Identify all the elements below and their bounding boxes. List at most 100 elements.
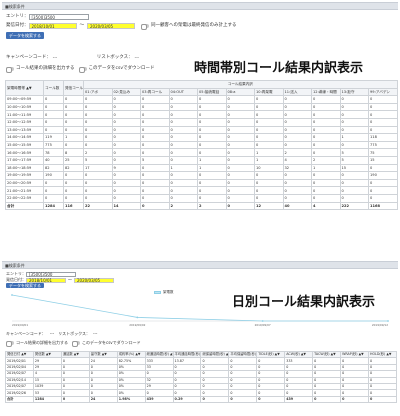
table-cell: 0: [254, 125, 284, 135]
table-cell: 0: [140, 201, 170, 211]
entry-select-2[interactable]: [3500]3500: [26, 271, 76, 277]
table-row: 11:00〜11:59 0 0 0 0 0 0 0 0 0 0 0 0 0: [5, 110, 398, 119]
table-cell: 0: [140, 95, 170, 104]
row-label: 21:00〜21:59: [5, 186, 44, 195]
table-cell: 0: [225, 117, 255, 127]
detail-output-toggle[interactable]: [6, 67, 14, 73]
col-time-header[interactable]: 架電時間帯 ▲▼: [5, 79, 44, 97]
table-cell: 0: [254, 171, 284, 180]
row-label: 10:00〜10:59: [5, 102, 44, 112]
table-cell: 0: [197, 125, 227, 135]
table-cell: 0: [339, 125, 369, 135]
table-cell: 0: [168, 193, 198, 203]
search-button-row-2: データを検索する: [6, 283, 44, 288]
table-cell: 0: [168, 95, 198, 104]
detail-output-toggle-2[interactable]: [6, 341, 14, 347]
table-cell: 2: [311, 155, 341, 165]
data-point[interactable]: [136, 316, 139, 319]
table-cell: 32: [282, 163, 312, 173]
table-cell: 0: [225, 125, 255, 135]
list-select-2[interactable]: ---: [93, 331, 97, 337]
table-cell: 0: [140, 193, 170, 203]
data-point[interactable]: [387, 320, 389, 322]
table-cell: 0: [368, 110, 398, 119]
csv-download-toggle-2[interactable]: [72, 341, 80, 347]
result-col-header[interactable]: 99:アバデン: [368, 87, 398, 97]
row-label: 22:00〜22:59: [5, 193, 44, 203]
table-cell: 0: [83, 125, 113, 135]
table-cell: 0: [339, 110, 369, 119]
table-cell: 0: [339, 140, 369, 150]
table-cell: 0: [368, 117, 398, 127]
table-cell: 0: [168, 102, 198, 112]
table-cell: 0: [83, 193, 113, 203]
csv-download-toggle[interactable]: [78, 67, 87, 73]
last-call-only-label: 同一顧客への架電は最終発信のみ計上する: [151, 23, 237, 28]
table-cell: 0: [282, 110, 312, 119]
result-col-header[interactable]: 13:拒守: [339, 87, 369, 97]
table-cell: 0: [168, 155, 198, 165]
table-row: 21:00〜21:59 0 0 0 0 0 0 0 0 0 0 0 0 0: [5, 186, 398, 195]
result-col-header[interactable]: 03:再コール: [140, 87, 170, 97]
date-to-input[interactable]: 2020/03/05: [87, 23, 135, 29]
table-cell: 1: [197, 163, 227, 173]
table-row: 16:00〜16:59 78 8 2 0 0 0 0 0 1 2 0 5 75: [5, 148, 398, 157]
table-cell: 75: [368, 148, 398, 157]
list-select[interactable]: ---: [132, 55, 173, 61]
date-to-input-2[interactable]: 2020/03/05: [74, 277, 114, 283]
daily-col-header[interactable]: 総通話時間(秒) ▲▼: [144, 350, 174, 359]
result-col-header[interactable]: 10:再架電: [254, 87, 284, 97]
table-cell: 0: [339, 102, 369, 112]
result-col-header[interactable]: 12:導線・時間: [311, 87, 341, 97]
col-count-header[interactable]: コール数: [43, 79, 64, 97]
table-cell: 0: [225, 102, 255, 112]
table-cell: 0: [111, 193, 141, 203]
table-cell: 0: [197, 102, 227, 112]
table-cell: 0: [83, 110, 113, 119]
col-nocall-header[interactable]: 発信コール: [63, 79, 84, 97]
table-cell: 0: [254, 133, 284, 142]
daily-col-header[interactable]: 総保留時間(秒) ▲▼: [200, 350, 230, 359]
csv-download-label: このデータをcsvでダウンロード: [88, 66, 155, 71]
date-from-input[interactable]: 2018/10/01: [28, 23, 77, 29]
row-label: 合計: [5, 201, 44, 211]
table-cell: 22: [83, 201, 113, 211]
result-col-header[interactable]: 04:OUT: [168, 87, 198, 97]
daily-cell: 0: [340, 395, 369, 404]
table-cell: 0: [225, 148, 255, 157]
table-row: 18:00〜18:59 82 82 17 9 0 1 1 0 10 32 1 15 0: [5, 163, 398, 173]
daily-cell: 0: [228, 395, 258, 404]
result-col-header[interactable]: 11:送入: [282, 87, 312, 97]
table-cell: 0: [168, 133, 198, 142]
table-cell: 0: [43, 110, 64, 119]
daily-cell: 0: [60, 395, 90, 404]
data-point[interactable]: [11, 294, 13, 296]
result-col-header[interactable]: 02:見込み: [111, 87, 141, 97]
campaign-row-2: キャンペーンコード： --- リストボックス： ---: [6, 331, 97, 337]
table-cell: 0: [111, 171, 141, 180]
row-label: 15:00〜15:59: [5, 140, 44, 150]
table-cell: 12: [254, 201, 284, 211]
search-button-2[interactable]: データを検索する: [6, 283, 44, 288]
table-cell: 119: [43, 133, 64, 142]
campaign-select-2[interactable]: ---: [50, 331, 54, 337]
last-call-only-toggle[interactable]: [141, 24, 149, 30]
campaign-select[interactable]: ---: [50, 55, 91, 61]
table-cell: 0: [83, 171, 113, 180]
date-from-input-2[interactable]: 2018/10/01: [26, 277, 66, 283]
table-row: 20:00〜20:59 0 0 0 0 0 0 0 0 0 0 0 0 0: [5, 178, 398, 188]
table-cell: 0: [63, 178, 84, 188]
table-cell: 0: [339, 171, 369, 180]
result-col-header[interactable]: 05:接続電話: [197, 87, 227, 97]
table-cell: 0: [111, 140, 141, 150]
entry-select[interactable]: [3500]3500: [28, 14, 89, 20]
table-cell: 0: [83, 117, 113, 127]
data-point[interactable]: [261, 320, 264, 322]
daily-col-header[interactable]: 平均保留時間(秒) ▲▼: [228, 350, 258, 359]
result-col-header[interactable]: 08:a: [225, 87, 255, 97]
result-col-header[interactable]: 01:アポ: [83, 87, 113, 97]
table-cell: 0: [63, 110, 84, 119]
table-cell: 0: [111, 110, 141, 119]
search-button[interactable]: データを検索する: [6, 32, 44, 39]
daily-col-header[interactable]: 平均通話時間(秒) ▲▼: [172, 350, 202, 359]
